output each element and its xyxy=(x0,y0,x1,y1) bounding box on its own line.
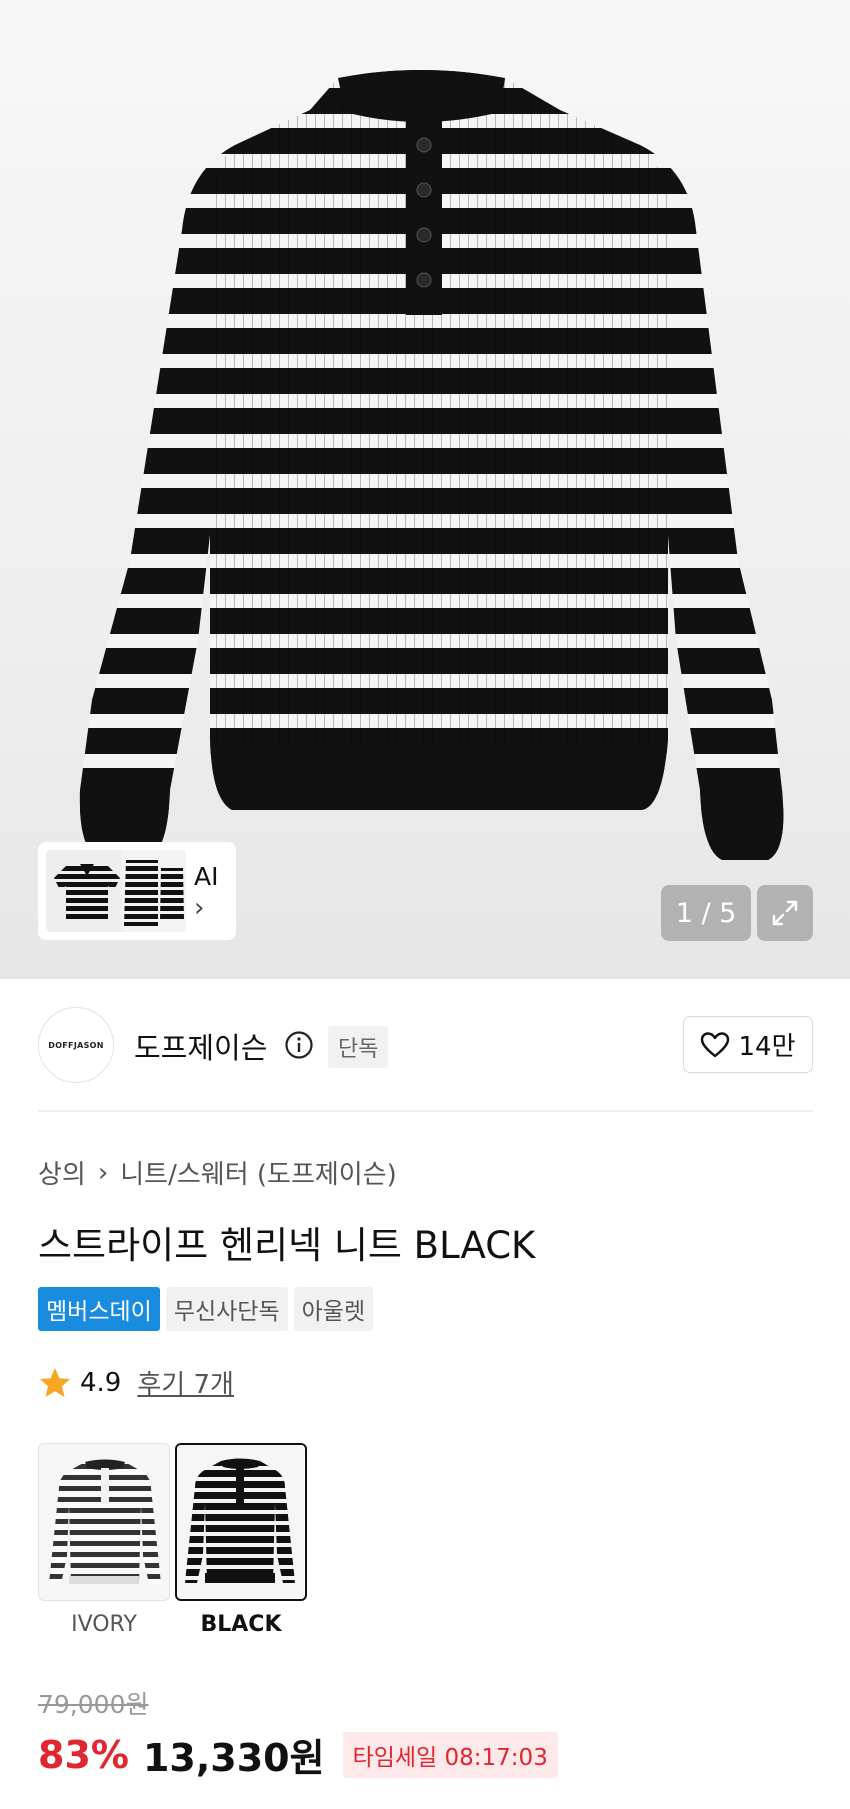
ai-styling-chip[interactable]: AI › xyxy=(38,842,236,940)
ai-thumb-3 xyxy=(158,850,186,932)
black-thumbnail xyxy=(177,1445,304,1598)
brand-logo-text: DOFFJASON xyxy=(48,1040,104,1050)
ai-label: AI xyxy=(194,861,219,891)
info-icon[interactable] xyxy=(284,1030,314,1060)
color-option-label-black: BLACK xyxy=(200,1612,282,1637)
brand-name[interactable]: 도프제이슨 xyxy=(134,1025,267,1067)
expand-icon xyxy=(772,900,798,926)
original-price: 79,000원 xyxy=(38,1690,149,1719)
product-title: 스트라이프 헨리넥 니트 BLACK xyxy=(38,1224,536,1267)
price-row: 83% 13,330원 타임세일 08:17:03 xyxy=(38,1727,558,1782)
review-link[interactable]: 후기 7개 xyxy=(137,1364,234,1401)
rating-row: 4.9 후기 7개 xyxy=(38,1364,234,1401)
rating-score: 4.9 xyxy=(80,1367,122,1398)
exclusive-badge: 단독 xyxy=(328,1026,389,1068)
product-tags: 멤버스데이 무신사단독 아울렛 xyxy=(38,1287,374,1331)
sale-price: 13,330원 xyxy=(142,1736,325,1780)
brand-row: DOFFJASON 도프제이슨 단독 14만 xyxy=(38,1007,813,1085)
color-option-label-ivory: IVORY xyxy=(71,1612,137,1637)
heart-icon xyxy=(701,1031,730,1057)
tag-outlet: 아울렛 xyxy=(293,1287,374,1331)
product-image-gallery[interactable]: AI › 1 / 5 xyxy=(0,0,850,979)
tag-musinsa-exclusive: 무신사단독 xyxy=(165,1287,288,1331)
expand-button[interactable] xyxy=(757,885,813,941)
brand-logo[interactable]: DOFFJASON xyxy=(38,1007,114,1083)
breadcrumb-item-category[interactable]: 상의 xyxy=(38,1154,86,1191)
ivory-thumbnail xyxy=(39,1444,169,1600)
discount-rate: 83% xyxy=(38,1732,129,1777)
color-option-ivory[interactable] xyxy=(38,1443,170,1601)
chevron-right-icon: › xyxy=(97,1157,109,1188)
divider xyxy=(38,1110,813,1112)
ai-thumbnails xyxy=(46,850,186,932)
image-counter: 1 / 5 xyxy=(661,885,751,941)
like-count: 14만 xyxy=(738,1032,796,1062)
product-main-image xyxy=(79,70,784,860)
breadcrumb: 상의 › 니트/스웨터 (도프제이슨) xyxy=(38,1154,397,1191)
breadcrumb-item-subcategory[interactable]: 니트/스웨터 (도프제이슨) xyxy=(120,1154,397,1191)
tag-memberday: 멤버스데이 xyxy=(38,1287,160,1331)
color-option-black[interactable] xyxy=(175,1443,307,1601)
ai-thumb-1 xyxy=(46,850,128,932)
like-button[interactable]: 14만 xyxy=(683,1016,813,1073)
timesale-badge: 타임세일 08:17:03 xyxy=(342,1731,558,1778)
star-icon xyxy=(40,1367,70,1397)
chevron-right-icon: › xyxy=(194,892,205,923)
